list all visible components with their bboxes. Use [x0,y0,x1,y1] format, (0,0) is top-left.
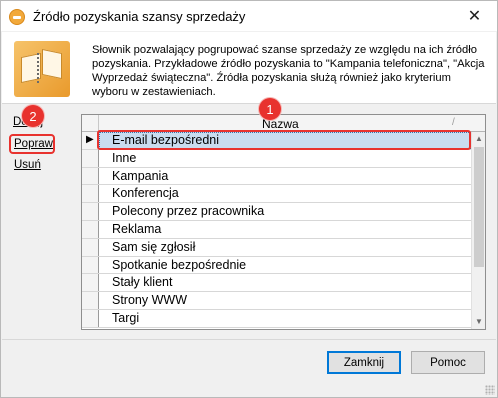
table-row[interactable]: Polecony przez pracownika [82,203,471,221]
row-indicator[interactable] [82,167,99,185]
table-row[interactable]: Reklama [82,220,471,239]
sort-icon: / [452,117,455,128]
vertical-scrollbar[interactable]: ▲ ▼ [471,132,485,329]
close-icon[interactable]: ✕ [452,1,497,31]
source-name-cell[interactable]: Spotkanie bezpośrednie [112,258,246,272]
row-indicator[interactable] [82,203,99,220]
source-name-cell[interactable]: Konferencja [112,186,179,200]
table-row[interactable]: Targi [82,309,471,328]
description-panel: Słownik pozwalający pogrupować szanse sp… [2,32,496,104]
row-indicator[interactable] [82,292,99,309]
table-row[interactable]: Stały klient [82,274,471,293]
source-name-cell[interactable]: Reklama [112,222,161,236]
window-title: Źródło pozyskania szansy sprzedaży [33,9,246,24]
edit-link-highlight [9,134,55,154]
table-row[interactable]: Kampania [82,167,471,186]
row-indicator[interactable] [82,185,99,203]
step-badge-1: 1 [259,98,281,120]
resize-grip[interactable] [485,385,495,395]
source-name-cell[interactable]: Stały klient [112,275,172,289]
close-button[interactable]: Zamknij [327,351,401,374]
grid-rows: E-mail bezpośredniInneKampaniaKonferencj… [82,132,471,328]
scroll-thumb[interactable] [474,147,484,267]
help-button[interactable]: Pomoc [411,351,485,374]
table-row[interactable]: Sam się zgłosił [82,238,471,257]
table-row[interactable]: Inne [82,149,471,168]
table-row[interactable]: Spotkanie bezpośrednie [82,256,471,275]
source-name-cell[interactable]: Kampania [112,169,168,183]
source-name-cell[interactable]: Targi [112,311,139,325]
source-name-cell[interactable]: Sam się zgłosił [112,240,195,254]
source-name-cell[interactable]: Polecony przez pracownika [112,204,264,218]
description-text: Słownik pozwalający pogrupować szanse sp… [92,44,485,98]
scroll-up-icon[interactable]: ▲ [472,132,485,146]
row-indicator-header [82,115,99,132]
row-indicator[interactable] [82,274,99,292]
row-indicator[interactable] [82,149,99,167]
row-indicator[interactable] [82,309,99,327]
row-indicator[interactable] [82,256,99,274]
dialog-window: Źródło pozyskania szansy sprzedaży ✕ Sło… [0,0,498,398]
scroll-down-icon[interactable]: ▼ [472,315,485,329]
source-name-cell[interactable]: Inne [112,151,136,165]
dictionary-book-icon [14,41,70,97]
delete-link[interactable]: Usuń [14,159,41,171]
title-bar: Źródło pozyskania szansy sprzedaży ✕ [1,1,497,32]
table-row[interactable]: Konferencja [82,185,471,204]
source-name-cell[interactable]: Strony WWW [112,293,187,307]
table-row[interactable]: Strony WWW [82,292,471,310]
selected-row-highlight [97,130,471,150]
footer-divider [2,339,496,340]
row-indicator[interactable] [82,238,99,256]
row-indicator[interactable] [82,220,99,238]
step-badge-2: 2 [22,105,44,127]
app-icon [9,9,25,25]
